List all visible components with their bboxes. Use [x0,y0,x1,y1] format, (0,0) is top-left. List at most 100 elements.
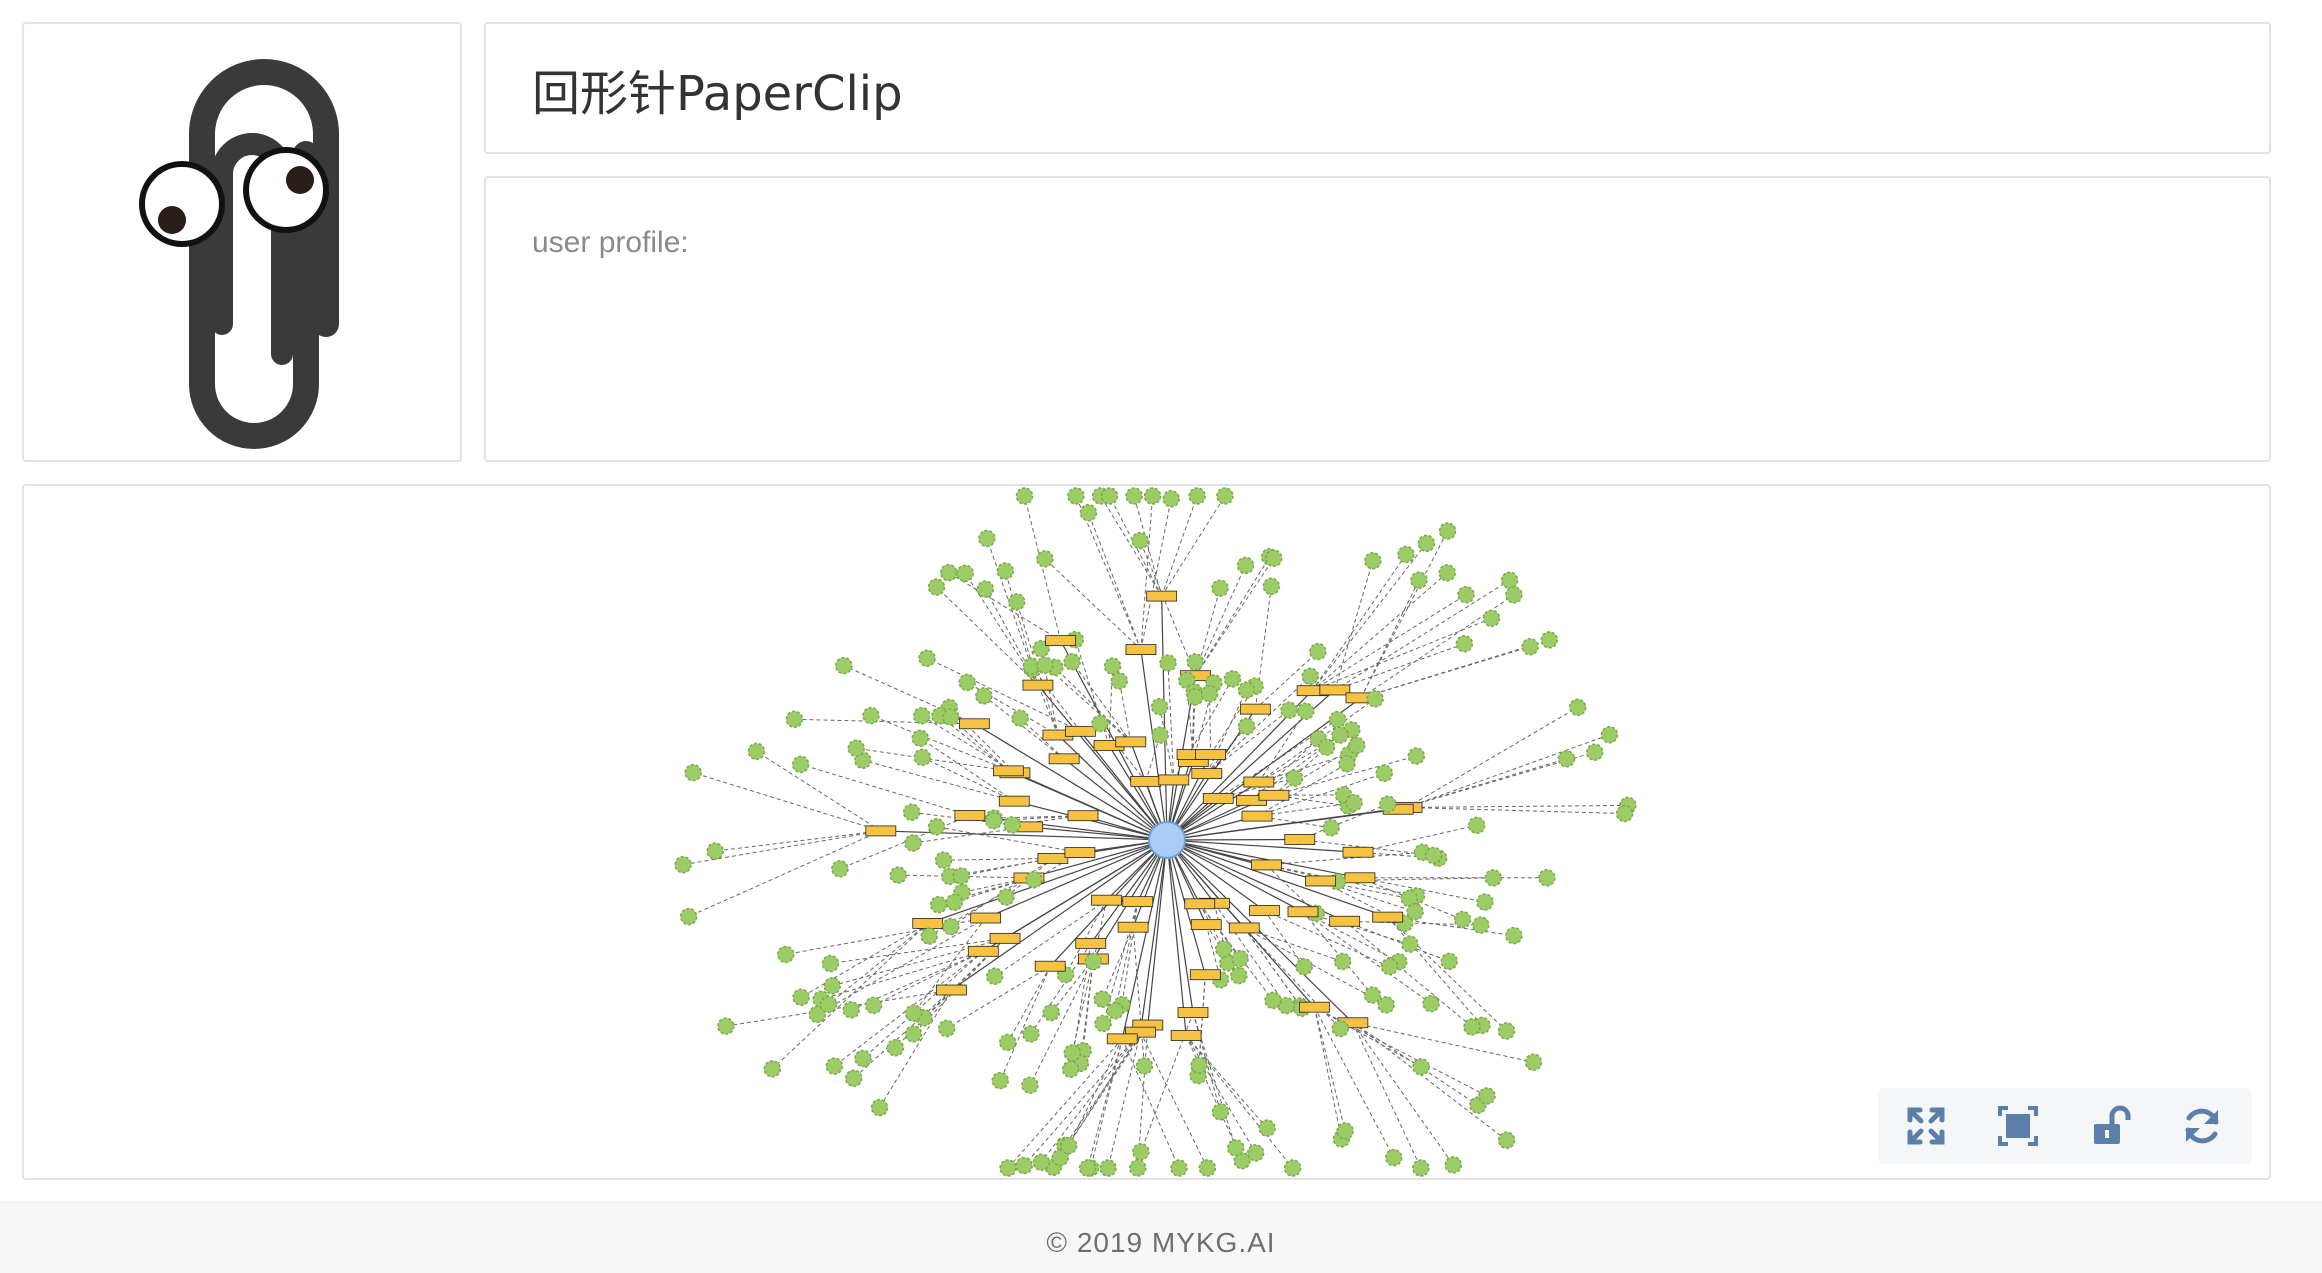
graph-leaf-node [987,968,1003,984]
graph-edge [1353,1023,1421,1168]
graph-leaf-node [1539,870,1555,886]
graph-hub-node [1178,1008,1208,1018]
graph-leaf-node [1266,550,1282,566]
graph-edge [1025,496,1061,641]
graph-leaf-node [1095,1015,1111,1031]
graph-leaf-node [1023,658,1039,674]
graph-leaf-node [904,804,920,820]
graph-hub-node [1046,636,1076,646]
graph-leaf-node [1224,671,1240,687]
graph-edge [1407,805,1628,807]
lock-toggle-button[interactable] [2086,1102,2134,1150]
graph-edge [1335,644,1465,690]
graph-leaf-node [931,897,947,913]
graph-edge [1312,554,1406,690]
graph-leaf-node [1473,917,1489,933]
graph-leaf-node [1160,655,1176,671]
graph-leaf-node [943,709,959,725]
graph-leaf-node [820,996,836,1012]
graph-edge [1196,557,1270,676]
footer: © 2019 MYKG.AI [0,1202,2322,1273]
graph-edge [1361,647,1530,698]
unlock-icon [2086,1102,2134,1150]
knowledge-graph-panel[interactable] [22,484,2271,1180]
graph-hub-node [955,810,985,820]
user-profile-label: user profile: [532,226,689,260]
fullscreen-button[interactable] [1902,1102,1950,1150]
graph-leaf-node [1037,657,1053,673]
graph-leaf-node [1133,1144,1149,1160]
graph-leaf-node [1418,535,1434,551]
graph-leaf-node [959,674,975,690]
graph-leaf-node [832,861,848,877]
graph-leaf-node [836,658,852,674]
graph-leaf-node [1094,991,1110,1007]
graph-edge [1093,900,1106,961]
graph-hub-node [1285,834,1315,844]
graph-leaf-node [1541,632,1557,648]
graph-leaf-node [1522,639,1538,655]
graph-leaf-node [1281,702,1297,718]
graph-leaf-node [1506,587,1522,603]
graph-leaf-node [887,1040,903,1056]
knowledge-graph-canvas[interactable] [24,486,2269,1178]
graph-leaf-node [1398,546,1414,562]
graph-edge [1274,747,1327,795]
graph-leaf-node [1464,1019,1480,1035]
graph-leaf-node [1080,1160,1096,1176]
graph-leaf-node [1187,689,1203,705]
graph-hub-node [913,918,943,928]
graph-leaf-node [1191,1057,1207,1073]
graph-leaf-node [1296,959,1312,975]
refresh-button[interactable] [2178,1102,2226,1150]
graph-leaf-node [977,581,993,597]
footer-copyright: © 2019 MYKG.AI [0,1227,2322,1259]
page-title: 回形针PaperClip [532,54,903,124]
graph-leaf-node [941,565,957,581]
graph-hub-node [1192,769,1222,779]
graph-leaf-node [1525,1054,1541,1070]
graph-hub-node [999,796,1029,806]
graph-leaf-node [1407,904,1423,920]
graph-leaf-node [1238,557,1254,573]
graph-edge [1167,839,1300,840]
graph-leaf-node [1016,1158,1032,1174]
graph-leaf-node [1339,756,1355,772]
graph-leaf-node [1012,710,1028,726]
graph-edge [1141,496,1153,650]
graph-leaf-node [1332,727,1348,743]
graph-edge [1122,902,1138,1005]
graph-leaf-node [824,978,840,994]
graph-leaf-node [1100,1160,1116,1176]
graph-edge [715,831,881,851]
graph-hub-node [1065,848,1095,858]
graph-hub-node [1065,726,1095,736]
graph-leaf-node [986,813,1002,829]
graph-leaf-node [848,740,864,756]
graph-leaf-node [1000,1034,1016,1050]
graph-leaf-node [1043,1005,1059,1021]
graph-hub-node [1131,776,1161,786]
graph-leaf-node [1189,488,1205,504]
fit-view-button[interactable] [1994,1102,2042,1150]
graph-edge [1119,681,1130,742]
graph-leaf-node [1319,739,1335,755]
graph-hub-node [1190,970,1220,980]
graph-leaf-node [929,579,945,595]
graph-edge [1148,840,1167,1025]
graph-edge [871,716,1015,773]
title-card: 回形针PaperClip [484,22,2271,154]
graph-leaf-node [921,928,937,944]
graph-hub-node [1092,895,1122,905]
graph-hub-node [1171,1031,1201,1041]
graph-leaf-node [1302,668,1318,684]
graph-hub-node [1035,961,1065,971]
graph-leaf-node [1376,765,1392,781]
graph-leaf-node [764,1061,780,1077]
graph-hub-node [990,933,1020,943]
graph-leaf-node [1332,1021,1348,1037]
graph-leaf-node [1413,1059,1429,1075]
graph-hub-node [1123,897,1153,907]
graph-leaf-node [685,765,701,781]
graph-edge [1210,694,1211,755]
